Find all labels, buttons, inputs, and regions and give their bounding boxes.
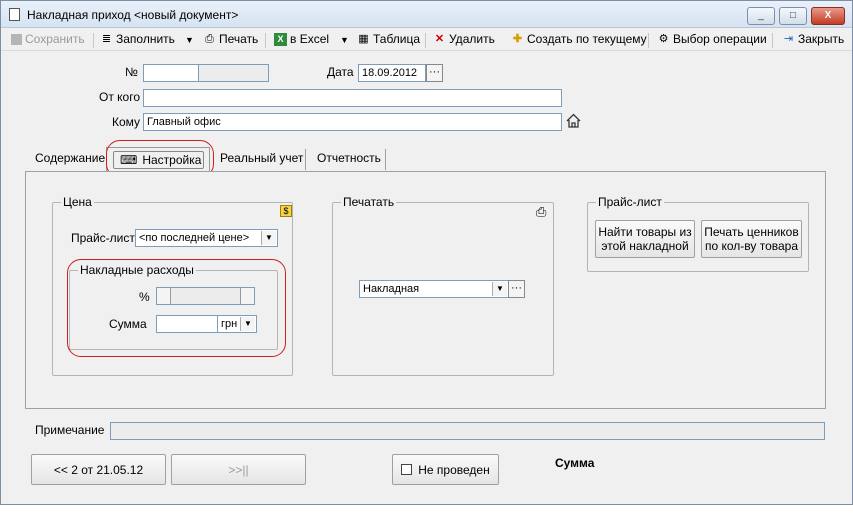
excel-icon: X — [274, 32, 287, 46]
print-group-title: Печатать — [341, 195, 397, 209]
minimize-button[interactable]: _ — [747, 7, 775, 25]
operation-icon: ⚙ — [658, 32, 669, 45]
from-input[interactable] — [143, 89, 562, 107]
window-title: Накладная приход <новый документ> — [27, 8, 239, 22]
tab-reports[interactable]: Отчетность — [309, 147, 389, 172]
fill-icon: ≣ — [101, 32, 112, 45]
delete-button[interactable]: ✕ Удалить — [433, 32, 495, 46]
toolbar-separator — [772, 33, 773, 48]
tab-content[interactable]: Содержание — [27, 147, 113, 172]
sum-total-label: Сумма — [555, 456, 595, 470]
number-label: № — [125, 65, 138, 79]
print-button[interactable]: ⎙ Печать — [203, 32, 258, 46]
home-icon[interactable] — [565, 112, 582, 129]
pricelist-group-title: Прайс-лист — [596, 195, 664, 209]
toolbar-separator — [93, 33, 94, 48]
table-button[interactable]: ▦ Таблица — [357, 32, 420, 46]
close-window-button[interactable]: X — [811, 7, 845, 25]
date-input[interactable]: 18.09.2012 — [358, 64, 426, 82]
toolbar-separator — [425, 33, 426, 48]
fill-dropdown-icon[interactable]: ▼ — [185, 35, 194, 45]
document-icon — [9, 8, 20, 21]
price-list-label: Прайс-лист — [71, 231, 135, 245]
number-suffix-field — [198, 64, 269, 82]
price-list-select[interactable]: <по последней цене> ▼ — [135, 229, 278, 247]
date-label: Дата — [327, 65, 354, 79]
price-group-title: Цена — [61, 195, 94, 209]
printer-icon[interactable]: ⎙ — [536, 205, 550, 218]
find-goods-button[interactable]: Найти товары из этой накладной — [595, 220, 695, 258]
tab-separator — [385, 149, 386, 170]
posting-status-toggle[interactable]: Не проведен — [392, 454, 499, 485]
save-button[interactable]: Сохранить — [11, 32, 85, 46]
note-input[interactable] — [110, 422, 825, 440]
note-label: Примечание — [35, 423, 105, 437]
close-button[interactable]: ⇥ Закрыть — [782, 32, 844, 46]
date-picker-button[interactable]: ··· — [426, 64, 443, 82]
chevron-down-icon: ▼ — [492, 282, 507, 296]
print-options-button[interactable]: ··· — [508, 280, 525, 298]
status-checkbox[interactable] — [401, 464, 413, 475]
excel-dropdown-icon[interactable]: ▼ — [340, 35, 349, 45]
pricelist-group: Прайс-лист Найти товары из этой накладно… — [587, 195, 809, 272]
number-input[interactable] — [143, 64, 199, 82]
save-icon — [11, 33, 22, 45]
overhead-highlight — [67, 259, 286, 357]
print-price-tags-button[interactable]: Печать ценников по кол-ву товара — [701, 220, 802, 258]
chevron-down-icon: ▼ — [261, 231, 276, 245]
tab-real-accounting[interactable]: Реальный учет — [212, 147, 311, 172]
title-bar: Накладная приход <новый документ> _ □ X — [1, 1, 852, 28]
currency-icon[interactable]: $ — [280, 205, 292, 217]
toolbar-separator — [265, 33, 266, 48]
to-input[interactable]: Главный офис — [143, 113, 562, 131]
toolbar-separator — [648, 33, 649, 48]
printer-icon: ⎙ — [205, 32, 214, 45]
to-label: Кому — [112, 115, 141, 129]
exit-icon: ⇥ — [783, 32, 794, 45]
maximize-button[interactable]: □ — [779, 7, 807, 25]
plus-icon: ✚ — [512, 32, 523, 45]
select-operation-button[interactable]: ⚙ Выбор операции — [657, 32, 767, 46]
print-group: Печатать ⎙ Накладная ▼ ··· — [332, 195, 554, 376]
prev-document-button[interactable]: << 2 от 21.05.12 — [31, 454, 166, 485]
fill-button[interactable]: ≣ Заполнить — [100, 32, 175, 46]
tab-separator — [305, 149, 306, 170]
toolbar: Сохранить ≣ Заполнить ▼ ⎙ Печать X в Exc… — [1, 29, 852, 51]
desktop-strip — [0, 505, 853, 530]
excel-button[interactable]: X в Excel — [274, 32, 329, 46]
from-label: От кого — [99, 90, 141, 104]
next-document-button[interactable]: >>|| — [171, 454, 306, 485]
delete-icon: ✕ — [434, 32, 445, 45]
print-document-select[interactable]: Накладная ▼ — [359, 280, 509, 298]
table-icon: ▦ — [358, 32, 369, 45]
create-from-current-button[interactable]: ✚ Создать по текущему — [511, 32, 647, 46]
document-window: Накладная приход <новый документ> _ □ X … — [0, 0, 853, 505]
